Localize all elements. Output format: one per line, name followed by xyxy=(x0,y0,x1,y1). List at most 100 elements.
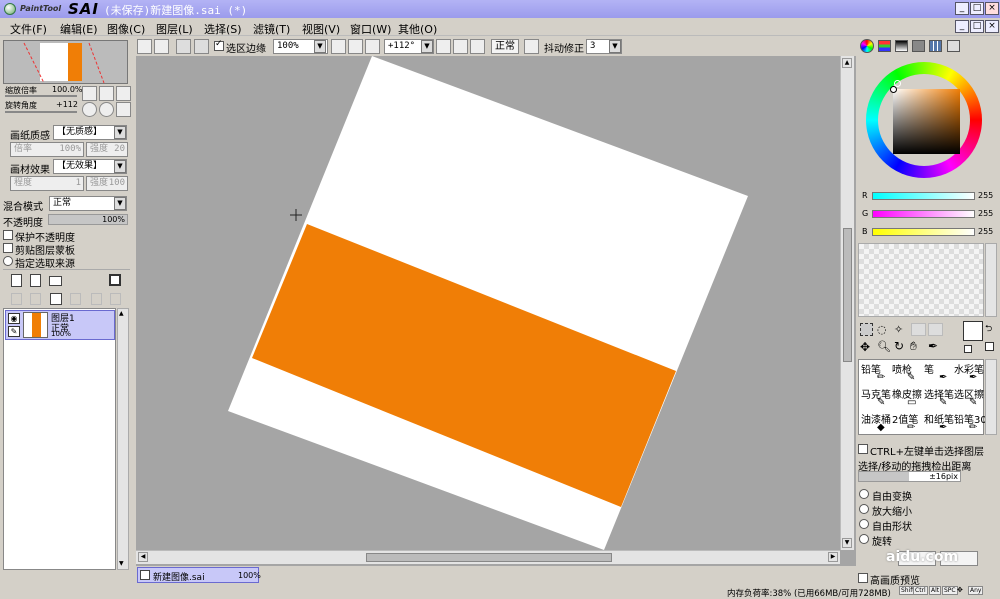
canvas-area[interactable] xyxy=(136,56,856,566)
rgb-slider-tab-icon[interactable] xyxy=(878,40,891,52)
visibility-eye-icon[interactable]: ◉ xyxy=(8,313,20,324)
mixer-tab-icon[interactable] xyxy=(912,40,925,52)
primary-color-swatch[interactable] xyxy=(963,321,983,341)
zoom-reset-button[interactable] xyxy=(365,39,380,54)
tools-scrollbar[interactable] xyxy=(985,359,997,435)
layer-settings-icon[interactable] xyxy=(110,293,121,305)
color-wheel-tab-icon[interactable] xyxy=(860,39,874,53)
opacity-slider[interactable]: 100% xyxy=(48,214,128,225)
maximize-button[interactable]: □ xyxy=(970,2,984,15)
r-slider[interactable] xyxy=(872,192,975,200)
menu-other[interactable]: 其他(O) xyxy=(398,21,437,37)
ctrl-left-checkbox[interactable] xyxy=(858,444,868,454)
zoom-out-button[interactable] xyxy=(331,39,346,54)
scale-radio[interactable] xyxy=(859,504,869,514)
nav-rotate-right-button[interactable] xyxy=(99,102,114,117)
merge-down-icon[interactable] xyxy=(30,293,41,305)
canvas-vertical-scrollbar[interactable]: ▲ ▼ xyxy=(840,56,854,550)
move-tool-icon[interactable]: ✥ xyxy=(860,340,870,354)
hsv-slider-tab-icon[interactable] xyxy=(895,40,908,52)
menu-image[interactable]: 图像(C) xyxy=(107,21,145,37)
swatches-scrollbar[interactable] xyxy=(985,243,997,317)
effect-degree-field[interactable]: 程度 1 xyxy=(10,176,84,191)
close-button[interactable]: × xyxy=(985,2,999,15)
saturation-value-square[interactable] xyxy=(890,86,960,154)
canvas-drawing[interactable] xyxy=(136,56,840,550)
paper-texture-dropdown-icon[interactable]: ▼ xyxy=(114,126,126,139)
vertical-scroll-thumb[interactable] xyxy=(843,228,852,362)
selection-source-radio[interactable] xyxy=(3,256,13,266)
navigator-preview[interactable] xyxy=(3,40,128,84)
effect-strength-field[interactable]: 强度 100 xyxy=(86,176,128,191)
zoom-in-button[interactable] xyxy=(348,39,363,54)
sv-marker[interactable] xyxy=(890,86,897,93)
layer-mask-icon[interactable] xyxy=(109,274,121,286)
doc-minimize-button[interactable]: _ xyxy=(955,20,969,33)
horizontal-scroll-thumb[interactable] xyxy=(366,553,612,562)
protect-opacity-checkbox[interactable] xyxy=(3,230,13,240)
nav-zoom-in-button[interactable] xyxy=(99,86,114,101)
nav-zoom-reset-button[interactable] xyxy=(116,86,131,101)
menu-layer[interactable]: 图层(L) xyxy=(156,21,193,37)
free-transform-radio[interactable] xyxy=(859,489,869,499)
magic-wand-icon[interactable]: ✧ xyxy=(894,323,909,336)
angle-slider[interactable] xyxy=(5,111,77,113)
rotate-right-button[interactable] xyxy=(453,39,468,54)
menu-file[interactable]: 文件(F) xyxy=(10,21,47,37)
rotate-radio[interactable] xyxy=(859,534,869,544)
document-tab[interactable]: 新建图像.sai 100% xyxy=(137,567,261,583)
scroll-up-icon[interactable]: ▲ xyxy=(842,58,852,68)
empty-tool-slot-1[interactable] xyxy=(911,323,926,336)
paper-rate-field[interactable]: 倍率 100% xyxy=(10,142,84,157)
new-folder-icon[interactable] xyxy=(49,276,62,286)
g-slider[interactable] xyxy=(872,210,975,218)
deselect-button[interactable] xyxy=(176,39,191,54)
stabilizer-dropdown-icon[interactable]: ▼ xyxy=(609,40,621,53)
edit-pencil-icon[interactable]: ✎ xyxy=(8,326,20,337)
menu-window[interactable]: 窗口(W) xyxy=(350,21,391,37)
menu-filter[interactable]: 滤镜(T) xyxy=(253,21,290,37)
zoom-tool-icon[interactable]: 🔍︎ xyxy=(877,340,891,353)
mode-button[interactable]: 正常 xyxy=(491,39,519,54)
menu-edit[interactable]: 编辑(E) xyxy=(60,21,98,37)
menu-select[interactable]: 选择(S) xyxy=(204,21,242,37)
zoom-dropdown-icon[interactable]: ▼ xyxy=(314,40,326,53)
rotate-left-button[interactable] xyxy=(436,39,451,54)
canvas-horizontal-scrollbar[interactable]: ◀ ▶ xyxy=(136,550,840,564)
redo-button[interactable] xyxy=(154,39,169,54)
flip-button[interactable] xyxy=(524,39,539,54)
delete-layer-icon[interactable] xyxy=(70,293,81,305)
eyedropper-icon[interactable]: ✒ xyxy=(928,339,938,353)
minimize-button[interactable]: _ xyxy=(955,2,969,15)
swap-colors-icon[interactable]: ⮌ xyxy=(985,321,992,337)
new-layer-icon[interactable] xyxy=(11,274,22,287)
selection-tool-icon[interactable] xyxy=(860,323,873,336)
secondary-color-swatch[interactable] xyxy=(985,342,994,351)
zoom-slider[interactable] xyxy=(5,95,77,97)
selection-edge-checkbox[interactable]: ✓ xyxy=(214,39,224,51)
layer-row[interactable]: ◉ ✎ 图层1 正常 100% xyxy=(5,310,115,340)
rotate-reset-button[interactable] xyxy=(470,39,485,54)
clip-group-checkbox[interactable] xyxy=(3,243,13,253)
doc-maximize-button[interactable]: □ xyxy=(970,20,984,33)
empty-tool-slot-2[interactable] xyxy=(928,323,943,336)
copy-layer-icon[interactable] xyxy=(11,293,22,305)
nav-zoom-out-button[interactable] xyxy=(82,86,97,101)
new-vector-layer-icon[interactable] xyxy=(30,274,41,287)
hand-tool-icon[interactable]: ✋︎ xyxy=(910,339,917,354)
invert-selection-button[interactable] xyxy=(194,39,209,54)
blend-mode-dropdown-icon[interactable]: ▼ xyxy=(114,197,126,210)
doc-close-button[interactable]: × xyxy=(985,20,999,33)
menu-view[interactable]: 视图(V) xyxy=(302,21,340,37)
undo-button[interactable] xyxy=(137,39,152,54)
deform-radio[interactable] xyxy=(859,519,869,529)
hq-preview-checkbox[interactable] xyxy=(858,573,868,583)
nav-rotate-left-button[interactable] xyxy=(82,102,97,117)
transparent-color-icon[interactable] xyxy=(964,345,972,353)
rotate-tool-icon[interactable]: ↻ xyxy=(894,339,904,353)
rotation-dropdown-icon[interactable]: ▼ xyxy=(421,40,433,53)
color-swatches[interactable] xyxy=(858,243,984,317)
flatten-icon[interactable] xyxy=(91,293,102,305)
swatches-tab-icon[interactable] xyxy=(929,40,942,52)
scratchpad-tab-icon[interactable] xyxy=(947,40,960,52)
